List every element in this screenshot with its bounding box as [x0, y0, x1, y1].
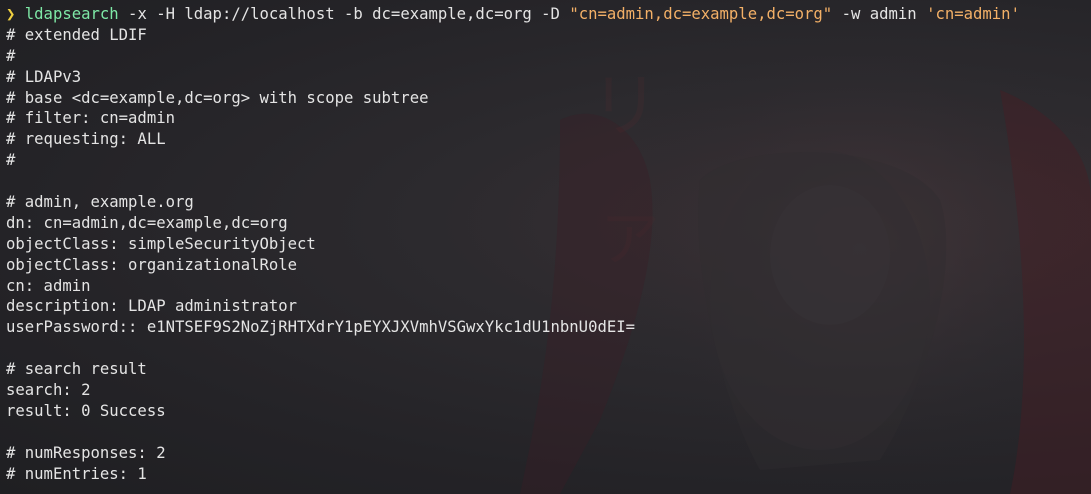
output-line: # — [6, 151, 16, 170]
command-args: -x -H ldap://localhost -b dc=example,dc=… — [118, 5, 570, 23]
output-line: # base <dc=example,dc=org> with scope su… — [6, 88, 429, 107]
command-filter: 'cn=admin' — [926, 5, 1020, 23]
output-line: # requesting: ALL — [6, 130, 166, 149]
output-line: # numEntries: 1 — [6, 464, 147, 483]
command-args-password: -w admin — [832, 5, 927, 23]
command-line: ❯ ldapsearch -x -H ldap://localhost -b d… — [6, 4, 1091, 25]
output-line: userPassword:: e1NTSEF9S2NoZjRHTXdrY1pEY… — [6, 318, 636, 337]
output-line: result: 0 Success — [6, 401, 166, 420]
output-line: # extended LDIF — [6, 25, 147, 44]
output-line — [6, 171, 1091, 192]
output-line: objectClass: organizationalRole — [6, 255, 298, 274]
output-line: # search result — [6, 360, 147, 379]
terminal-window[interactable]: リ ア ❯ ldapsearch -x -H ldap://localhost … — [0, 0, 1091, 494]
output-line: cn: admin — [6, 276, 91, 295]
output-line — [6, 338, 1091, 359]
output-line: # — [6, 46, 16, 65]
output-line: objectClass: simpleSecurityObject — [6, 234, 316, 253]
output-line: # admin, example.org — [6, 193, 194, 212]
command-name: ldapsearch — [24, 5, 119, 23]
output-line: description: LDAP administrator — [6, 297, 298, 316]
terminal-output: ❯ ldapsearch -x -H ldap://localhost -b d… — [6, 4, 1091, 484]
output-line: # filter: cn=admin — [6, 109, 175, 128]
output-line — [6, 422, 1091, 443]
command-bind-dn: "cn=admin,dc=example,dc=org" — [569, 5, 833, 23]
prompt-arrow-icon: ❯ — [6, 5, 16, 23]
output-line: # numResponses: 2 — [6, 443, 166, 462]
output-line: search: 2 — [6, 381, 91, 400]
output-line: # LDAPv3 — [6, 67, 82, 86]
output-line: dn: cn=admin,dc=example,dc=org — [6, 213, 288, 232]
